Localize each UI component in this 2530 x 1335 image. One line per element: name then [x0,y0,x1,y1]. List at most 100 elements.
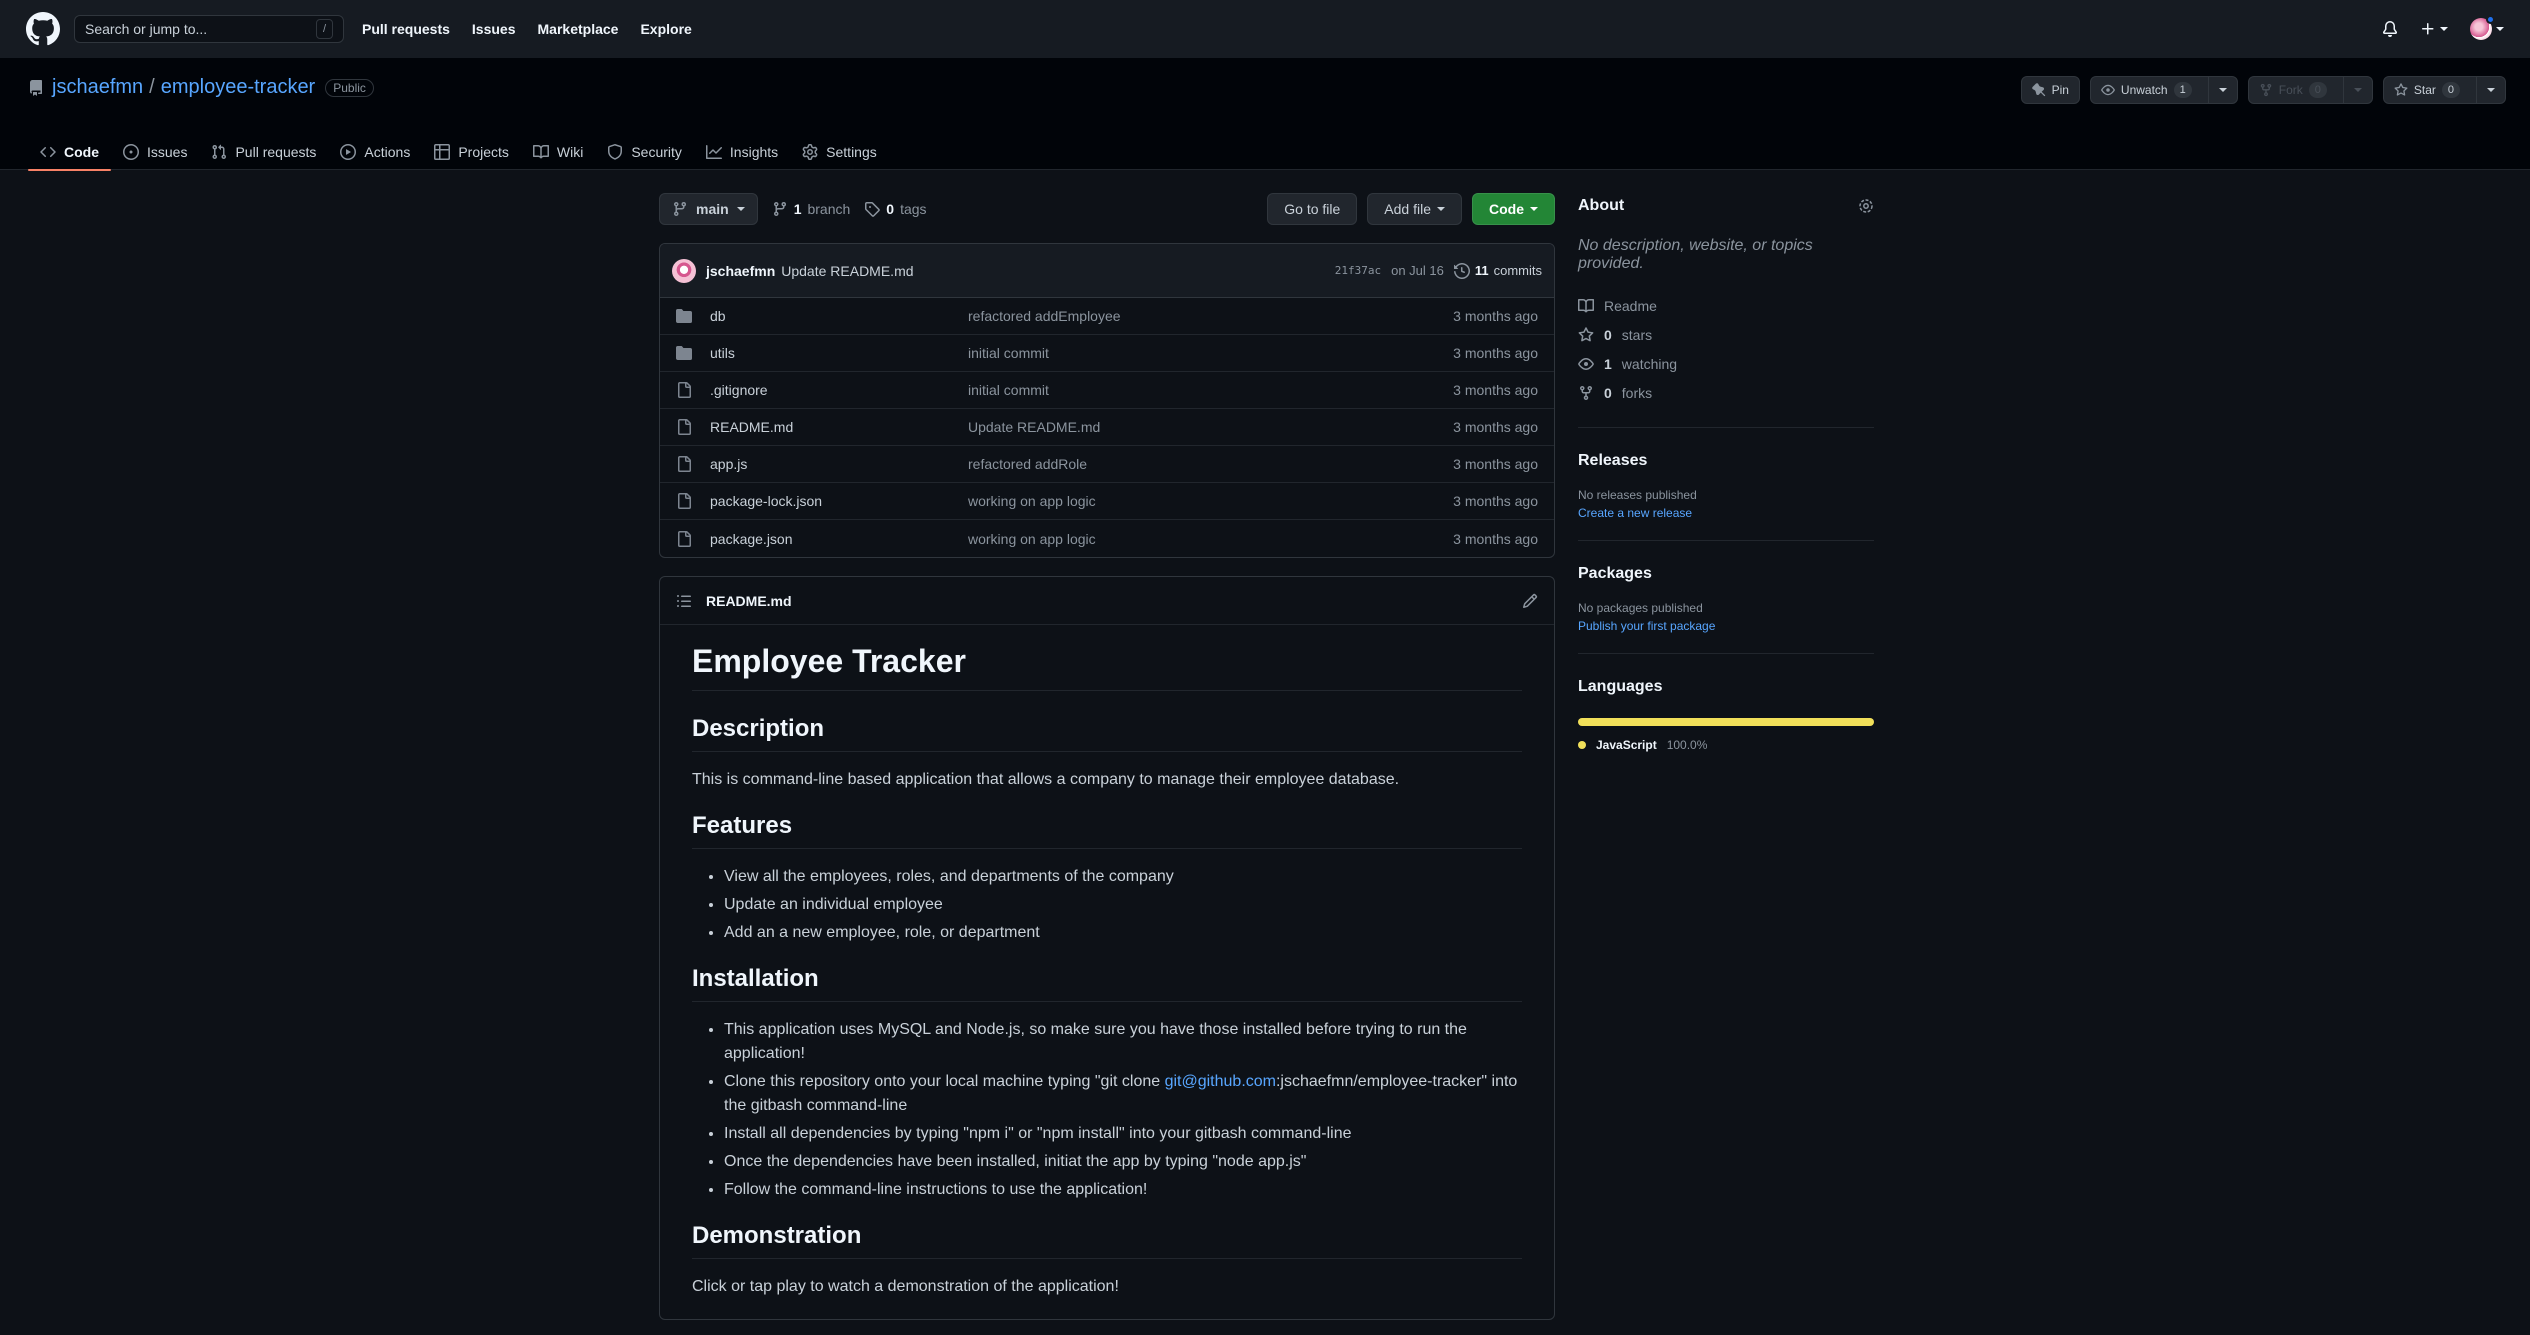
star-counter: 0 [2441,82,2460,98]
readme-filename[interactable]: README.md [706,593,792,609]
tag-icon [865,202,881,217]
file-commit-message[interactable]: working on app logic [968,531,1453,547]
nav-pull-requests[interactable]: Pull requests [362,21,450,37]
star-dropdown[interactable] [2476,77,2505,103]
tags-link[interactable]: 0 tags [864,201,927,217]
repo-name-link[interactable]: employee-tracker [161,76,316,99]
go-to-file-button[interactable]: Go to file [1267,193,1358,225]
table-row[interactable]: package.json working on app logic 3 months… [660,520,1554,557]
readme-link[interactable]: Readme [1578,291,1874,320]
file-name[interactable]: package-lock.json [710,493,968,509]
forks-label: forks [1621,384,1653,401]
file-name[interactable]: app.js [710,456,968,472]
star-main[interactable]: Star 0 [2384,77,2470,103]
file-commit-message[interactable]: Update README.md [968,419,1453,435]
tab-pull-requests[interactable]: Pull requests [199,134,328,170]
commits-link[interactable]: 11 commits [1453,262,1542,279]
tab-actions[interactable]: Actions [328,134,422,170]
heading-demonstration: Demonstration [692,1222,1522,1259]
star-button[interactable]: Star 0 [2382,76,2506,104]
unwatch-button[interactable]: Unwatch 1 [2089,76,2238,104]
language-item[interactable]: JavaScript 100.0% [1578,738,1874,752]
user-menu[interactable] [2470,15,2504,40]
language-color-dot [1578,741,1586,749]
file-commit-message[interactable]: refactored addEmployee [968,308,1453,324]
slash-shortcut-key: / [315,19,333,39]
fork-dropdown[interactable] [2342,77,2372,103]
file-name[interactable]: db [710,308,968,324]
about-description: No description, website, or topics provi… [1578,237,1813,272]
file-age: 3 months ago [1453,456,1538,472]
file-name[interactable]: .gitignore [710,382,968,398]
commit-message[interactable]: Update README.md [781,263,913,279]
forks-count: 0 [1604,384,1612,401]
tab-issues[interactable]: Issues [111,134,199,170]
fork-main[interactable]: Fork 0 [2249,77,2337,103]
nav-explore[interactable]: Explore [640,21,691,37]
file-name[interactable]: package.json [710,531,968,547]
table-row[interactable]: app.js refactored addRole 3 months ago [660,446,1554,483]
unwatch-dropdown[interactable] [2207,77,2237,103]
tab-projects[interactable]: Projects [422,134,521,170]
stars-link[interactable]: 0 stars [1578,320,1874,349]
branch-select-button[interactable]: main [659,193,758,225]
pin-button[interactable]: Pin [2020,76,2080,104]
forks-link[interactable]: 0 forks [1578,378,1874,407]
file-commit-message[interactable]: working on app logic [968,493,1453,509]
nav-marketplace[interactable]: Marketplace [538,21,619,37]
table-row[interactable]: utils initial commit 3 months ago [660,335,1554,372]
file-commit-message[interactable]: initial commit [968,382,1453,398]
add-file-button[interactable]: Add file [1367,193,1462,225]
create-new-menu[interactable] [2420,21,2448,37]
avatar[interactable] [672,258,696,283]
email-link[interactable]: git@github.com [1165,1073,1276,1090]
list-icon[interactable] [676,593,692,609]
no-packages-text: No packages published [1578,601,1703,615]
commit-meta: 21f37ac on Jul 16 11 commits [1335,262,1542,279]
go-to-file-label: Go to file [1284,201,1341,217]
tab-settings[interactable]: Settings [790,134,889,170]
about-title: About [1578,197,1625,214]
tab-insights[interactable]: Insights [694,134,790,170]
chevron-down-icon [1437,207,1445,211]
tab-label: Projects [458,144,509,160]
packages-heading[interactable]: Packages [1578,561,1874,587]
tab-code[interactable]: Code [28,134,111,171]
commit-date: on Jul 16 [1391,263,1444,278]
file-commit-message[interactable]: initial commit [968,345,1453,361]
search-input[interactable]: Search or jump to... / [74,15,344,43]
history-icon [1453,262,1470,279]
pencil-icon[interactable] [1522,593,1538,609]
language-name: JavaScript [1596,738,1657,752]
watching-link[interactable]: 1 watching [1578,349,1874,378]
chevron-down-icon [2440,27,2448,31]
commit-sha[interactable]: 21f37ac [1335,264,1381,277]
unwatch-main[interactable]: Unwatch 1 [2091,77,2202,103]
table-row[interactable]: db refactored addEmployee 3 months ago [660,298,1554,335]
gear-icon[interactable] [1858,198,1874,214]
code-button[interactable]: Code [1472,193,1555,225]
file-name[interactable]: README.md [710,419,968,435]
releases-heading[interactable]: Releases [1578,448,1874,474]
installation-list: This application uses MySQL and Node.js,… [692,1018,1522,1202]
table-row[interactable]: package-lock.json working on app logic 3 m… [660,483,1554,520]
shield-icon [608,144,623,160]
tab-wiki[interactable]: Wiki [521,134,595,170]
publish-package-link[interactable]: Publish your first package [1578,619,1874,633]
repo-owner-link[interactable]: jschaefmn [52,76,143,99]
list-item: Install all dependencies by typing "npm … [724,1122,1522,1146]
github-logo-icon[interactable] [26,12,60,46]
branches-link[interactable]: 1 branch [772,201,850,217]
nav-issues[interactable]: Issues [472,21,516,37]
create-release-link[interactable]: Create a new release [1578,506,1874,520]
tab-security[interactable]: Security [595,134,694,170]
bell-icon[interactable] [2382,21,2398,37]
table-row[interactable]: .gitignore initial commit 3 months ago [660,372,1554,409]
repo-separator: / [149,76,155,98]
file-name[interactable]: utils [710,345,968,361]
file-age: 3 months ago [1453,308,1538,324]
file-commit-message[interactable]: refactored addRole [968,456,1453,472]
fork-button[interactable]: Fork 0 [2247,76,2373,104]
table-row[interactable]: README.md Update README.md 3 months ago [660,409,1554,446]
commit-author[interactable]: jschaefmn [706,263,775,279]
